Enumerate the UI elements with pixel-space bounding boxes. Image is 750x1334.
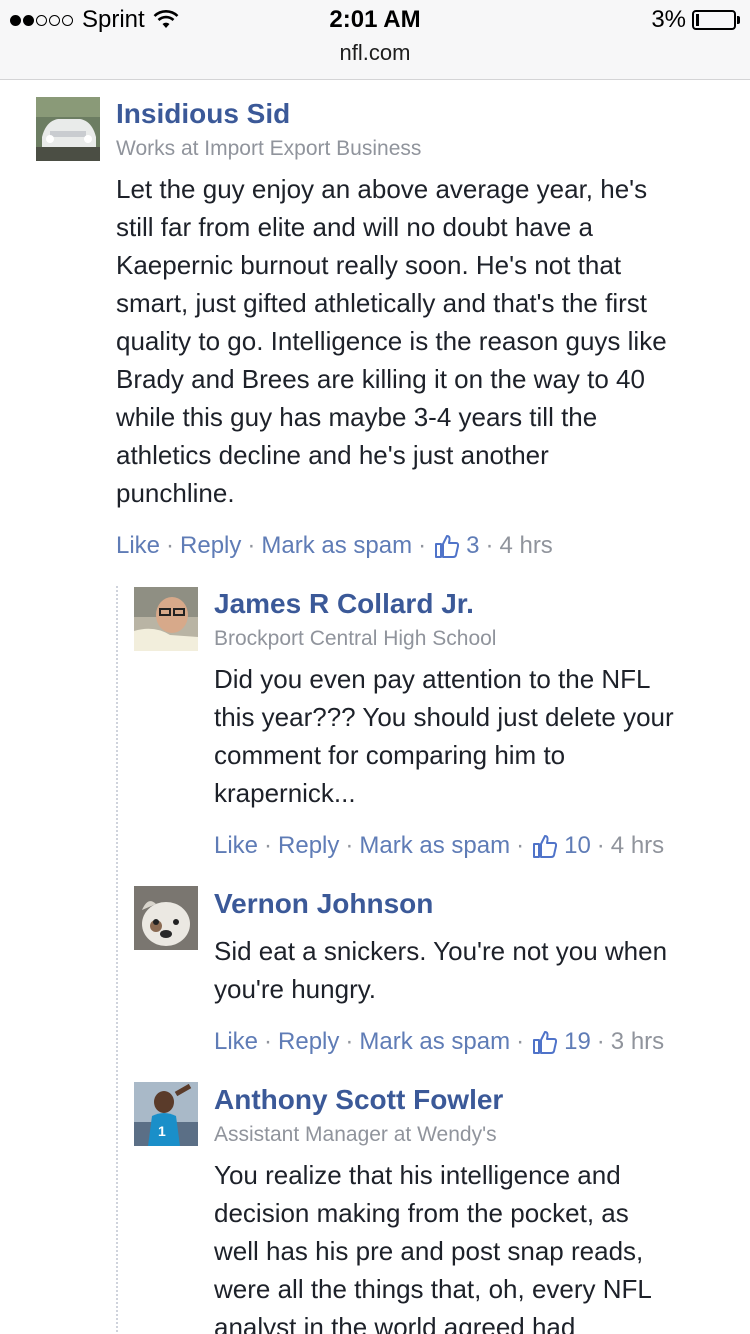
commenter-subtitle: Works at Import Export Business — [116, 137, 422, 160]
reply-link[interactable]: Reply — [278, 1028, 339, 1056]
like-count: 10 — [564, 832, 591, 859]
clock: 2:01 AM — [329, 6, 421, 33]
mark-as-spam-link[interactable]: Mark as spam — [359, 1028, 510, 1056]
like-link[interactable]: Like — [214, 1028, 258, 1056]
comment-text: Let the guy enjoy an above average year,… — [116, 174, 667, 508]
comment-text: Did you even pay attention to the NFL th… — [214, 664, 674, 808]
avatar[interactable] — [134, 587, 198, 651]
thumbs-up-icon — [533, 1031, 558, 1054]
timestamp[interactable]: 4 hrs — [611, 832, 664, 860]
commenter-name[interactable]: Vernon Johnson — [214, 888, 433, 920]
status-bar: Sprint 2:01 AM 3% nfl.com — [0, 0, 750, 80]
battery-icon — [692, 10, 736, 30]
comment-text: Sid eat a snickers. You're not you when … — [214, 936, 668, 1004]
commenter-name[interactable]: Anthony Scott Fowler — [214, 1084, 503, 1116]
commenter-name[interactable]: Insidious Sid — [116, 98, 290, 130]
comment-actions: Like · Reply · Mark as spam · 10 · 4 hrs — [214, 832, 665, 860]
mark-as-spam-link[interactable]: Mark as spam — [359, 832, 510, 860]
like-link[interactable]: Like — [116, 532, 160, 560]
timestamp[interactable]: 4 hrs — [499, 532, 552, 560]
avatar[interactable] — [134, 886, 198, 950]
comment-actions: Like · Reply · Mark as spam · 3 · 4 hrs — [116, 532, 553, 560]
avatar[interactable] — [36, 97, 100, 161]
reply-thread-line — [116, 586, 118, 1334]
battery-percent: 3% — [651, 6, 686, 33]
battery-tip — [737, 16, 740, 24]
like-count: 19 — [564, 1028, 591, 1055]
address-bar-url[interactable]: nfl.com — [0, 40, 750, 66]
like-count: 3 — [466, 532, 480, 559]
commenter-name[interactable]: James R Collard Jr. — [214, 588, 474, 620]
commenter-subtitle: Brockport Central High School — [214, 627, 497, 650]
avatar[interactable]: 1 — [134, 1082, 198, 1146]
comment-actions: Like · Reply · Mark as spam · 19 · 3 hrs — [214, 1028, 665, 1056]
reply-link[interactable]: Reply — [180, 532, 241, 560]
svg-text:1: 1 — [158, 1123, 166, 1139]
mark-as-spam-link[interactable]: Mark as spam — [261, 532, 412, 560]
battery-status: 3% — [651, 6, 740, 34]
commenter-subtitle: Assistant Manager at Wendy's — [214, 1123, 497, 1146]
like-link[interactable]: Like — [214, 832, 258, 860]
thumbs-up-icon — [533, 835, 558, 858]
comment-text: You realize that his intelligence and de… — [214, 1160, 652, 1334]
timestamp[interactable]: 3 hrs — [611, 1028, 664, 1056]
reply-link[interactable]: Reply — [278, 832, 339, 860]
thumbs-up-icon — [435, 535, 460, 558]
